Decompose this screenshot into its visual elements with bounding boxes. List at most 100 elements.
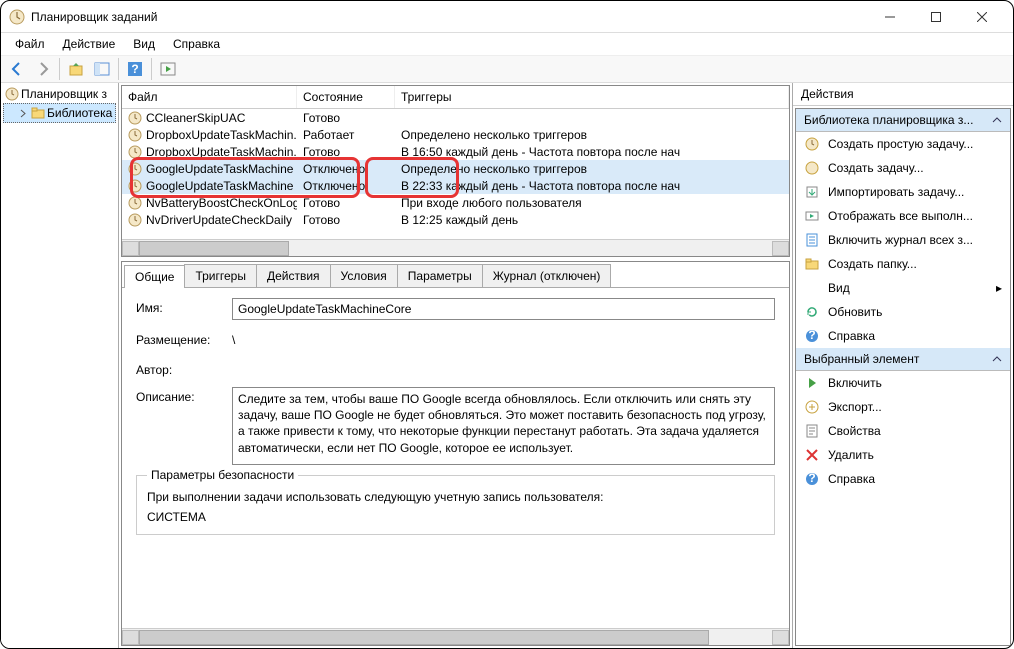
actions-title: Действия <box>793 83 1013 106</box>
task-state: Отключено <box>297 179 395 193</box>
enable-icon <box>804 375 820 391</box>
action-help1[interactable]: ? Справка <box>796 324 1010 348</box>
column-name[interactable]: Файл <box>122 86 297 108</box>
refresh-icon <box>804 304 820 320</box>
action-create-basic[interactable]: Создать простую задачу... <box>796 132 1010 156</box>
task-name: NvDriverUpdateCheckDaily <box>146 213 292 227</box>
forward-button[interactable] <box>31 57 55 81</box>
label-name: Имя: <box>136 298 232 315</box>
task-trigger: В 12:25 каждый день <box>395 213 789 227</box>
chevron-right-icon: ▸ <box>996 281 1002 295</box>
action-enable-history[interactable]: Включить журнал всех з... <box>796 228 1010 252</box>
task-trigger: При входе любого пользователя <box>395 196 789 210</box>
task-name: GoogleUpdateTaskMachine <box>146 162 293 176</box>
task-row[interactable]: NvDriverUpdateCheckDailyГотовоВ 12:25 ка… <box>122 211 789 228</box>
tab-history[interactable]: Журнал (отключен) <box>482 264 612 287</box>
minimize-button[interactable] <box>867 2 913 32</box>
task-row[interactable]: CCleanerSkipUACГотово <box>122 109 789 126</box>
action-properties[interactable]: Свойства <box>796 419 1010 443</box>
security-text: При выполнении задачи использовать следу… <box>147 490 764 504</box>
task-name: DropboxUpdateTaskMachin... <box>146 128 297 142</box>
task-row[interactable]: GoogleUpdateTaskMachineОтключеноВ 22:33 … <box>122 177 789 194</box>
maximize-button[interactable] <box>913 2 959 32</box>
task-trigger: Определено несколько триггеров <box>395 162 789 176</box>
detail-pane: Общие Триггеры Действия Условия Параметр… <box>121 261 790 646</box>
action-import[interactable]: Импортировать задачу... <box>796 180 1010 204</box>
export-icon <box>804 399 820 415</box>
help1-icon: ? <box>804 328 820 344</box>
tab-general[interactable]: Общие <box>124 265 185 288</box>
clock-icon <box>5 87 19 101</box>
up-button[interactable] <box>64 57 88 81</box>
actions-group-selected[interactable]: Выбранный элемент <box>796 348 1010 371</box>
tab-actions[interactable]: Действия <box>256 264 331 287</box>
action-create[interactable]: Создать задачу... <box>796 156 1010 180</box>
svg-text:?: ? <box>808 328 815 342</box>
task-row[interactable]: DropboxUpdateTaskMachin...РаботаетОпреде… <box>122 126 789 143</box>
back-button[interactable] <box>5 57 29 81</box>
action-label: Вид <box>828 281 850 295</box>
action-view[interactable]: Вид ▸ <box>796 276 1010 300</box>
action-help2[interactable]: ? Справка <box>796 467 1010 491</box>
action-label: Создать простую задачу... <box>828 137 973 151</box>
detail-scrollbar[interactable] <box>122 628 789 645</box>
tab-settings[interactable]: Параметры <box>397 264 483 287</box>
action-label: Справка <box>828 329 875 343</box>
action-label: Включить журнал всех з... <box>828 233 973 247</box>
action-new-folder[interactable]: Создать папку... <box>796 252 1010 276</box>
field-name[interactable]: GoogleUpdateTaskMachineCore <box>232 298 775 320</box>
tree-root[interactable]: Планировщик з <box>3 85 116 103</box>
task-list: Файл Состояние Триггеры CCleanerSkipUACГ… <box>121 85 790 257</box>
tree-library[interactable]: Библиотека <box>3 103 116 123</box>
help-button[interactable]: ? <box>123 57 147 81</box>
tab-triggers[interactable]: Триггеры <box>184 264 257 287</box>
run-button[interactable] <box>156 57 180 81</box>
clock-icon <box>9 9 25 25</box>
action-label: Отображать все выполн... <box>828 209 973 223</box>
actions-group-library[interactable]: Библиотека планировщика з... <box>796 109 1010 132</box>
task-state: Готово <box>297 145 395 159</box>
column-trigger[interactable]: Триггеры <box>395 86 789 108</box>
task-name: GoogleUpdateTaskMachine <box>146 179 293 193</box>
menu-action[interactable]: Действие <box>55 35 124 53</box>
create-icon <box>804 160 820 176</box>
task-state: Работает <box>297 128 395 142</box>
menu-bar: Файл Действие Вид Справка <box>1 33 1013 55</box>
action-label: Создать папку... <box>828 257 917 271</box>
task-row[interactable]: NvBatteryBoostCheckOnLog...ГотовоПри вхо… <box>122 194 789 211</box>
task-state: Отключено <box>297 162 395 176</box>
action-label: Обновить <box>828 305 882 319</box>
action-label: Создать задачу... <box>828 161 924 175</box>
collapse-icon <box>992 354 1002 364</box>
menu-help[interactable]: Справка <box>165 35 228 53</box>
action-label: Удалить <box>828 448 874 462</box>
collapse-icon <box>992 115 1002 125</box>
action-export[interactable]: Экспорт... <box>796 395 1010 419</box>
import-icon <box>804 184 820 200</box>
column-state[interactable]: Состояние <box>297 86 395 108</box>
tab-conditions[interactable]: Условия <box>330 264 398 287</box>
menu-file[interactable]: Файл <box>7 35 53 53</box>
menu-view[interactable]: Вид <box>125 35 163 53</box>
task-name: NvBatteryBoostCheckOnLog... <box>146 196 297 210</box>
panes-button[interactable] <box>90 57 114 81</box>
task-row[interactable]: GoogleUpdateTaskMachine ОтключеноОпределе… <box>122 160 789 177</box>
action-label: Включить <box>828 376 882 390</box>
svg-text:?: ? <box>131 62 138 76</box>
field-description[interactable]: Следите за тем, чтобы ваше ПО Google все… <box>232 387 775 465</box>
action-label: Справка <box>828 472 875 486</box>
tree-pane: Планировщик з Библиотека <box>1 83 119 648</box>
action-delete[interactable]: Удалить <box>796 443 1010 467</box>
window-title: Планировщик заданий <box>31 10 867 24</box>
task-row[interactable]: DropboxUpdateTaskMachin...ГотовоВ 16:50 … <box>122 143 789 160</box>
svg-text:?: ? <box>808 471 815 485</box>
action-show-running[interactable]: Отображать все выполн... <box>796 204 1010 228</box>
horizontal-scrollbar[interactable] <box>122 239 789 256</box>
action-label: Свойства <box>828 424 881 438</box>
close-button[interactable] <box>959 2 1005 32</box>
action-label: Экспорт... <box>828 400 882 414</box>
action-enable[interactable]: Включить <box>796 371 1010 395</box>
action-refresh[interactable]: Обновить <box>796 300 1010 324</box>
field-author <box>232 360 775 366</box>
view-icon <box>804 280 820 296</box>
